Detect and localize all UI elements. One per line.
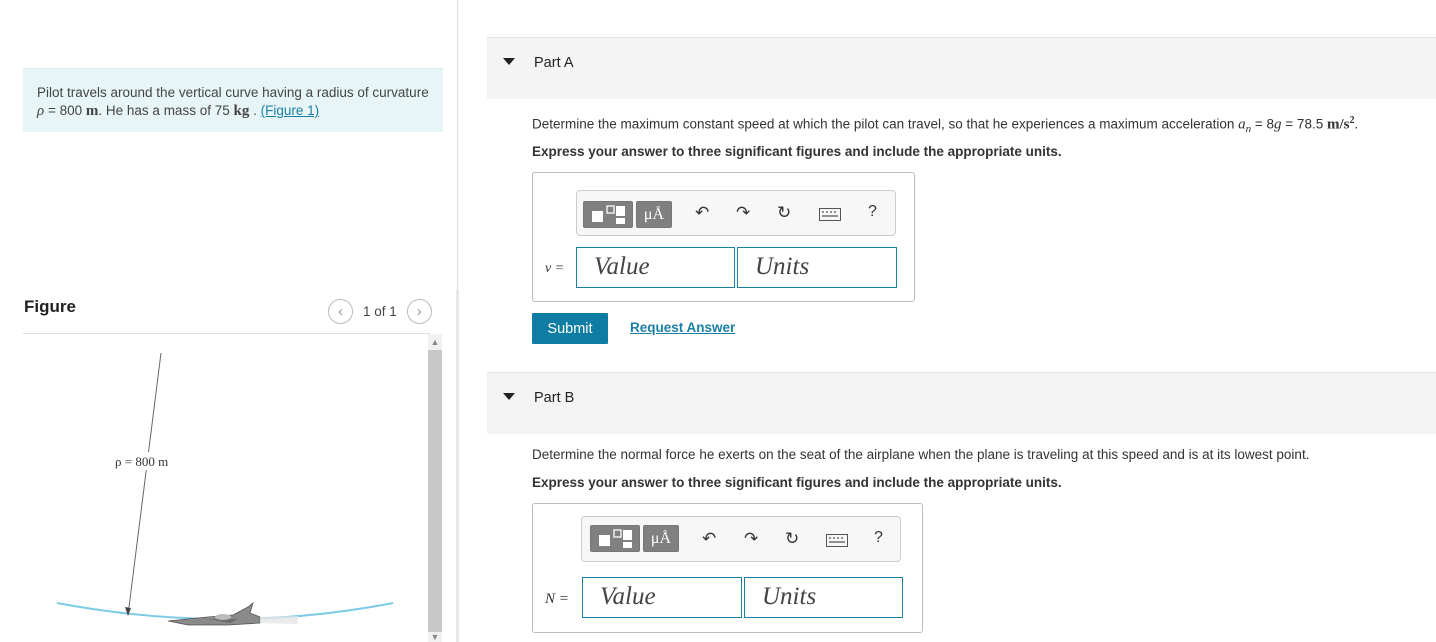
accel-exponent: 2 (1349, 115, 1355, 126)
part-a-question: Determine the maximum constant speed at … (532, 115, 1359, 136)
chevron-right-icon[interactable]: › (406, 299, 432, 324)
problem-text: Pilot travels around the vertical curve … (37, 85, 429, 100)
mass-unit: kg (233, 103, 250, 119)
part-b-toolbar: μÅ ↶ ↷ ↻ ? (581, 516, 901, 562)
part-a-answer-box: μÅ ↶ ↷ ↻ ? v = Value Units (532, 172, 915, 302)
pane-splitter[interactable] (456, 290, 459, 642)
divider (23, 333, 430, 334)
variable-n: N = (545, 591, 569, 607)
part-b-header[interactable]: Part B (487, 372, 1436, 434)
g-symbol: g (1274, 116, 1282, 133)
part-a-header[interactable]: Part A (487, 37, 1436, 99)
radius-line (127, 352, 162, 616)
redo-icon[interactable]: ↷ (736, 203, 750, 223)
units-button[interactable]: μÅ (636, 201, 672, 228)
keyboard-icon[interactable] (826, 532, 848, 552)
help-icon[interactable]: ? (868, 203, 877, 221)
left-pane: Pilot travels around the vertical curve … (0, 0, 458, 642)
units-input[interactable]: Units (737, 247, 897, 288)
figure-scrollbar[interactable]: ▲ ▼ (428, 334, 442, 642)
help-icon[interactable]: ? (874, 529, 883, 547)
template-button[interactable] (583, 201, 633, 228)
radius-label: ρ = 800 m (115, 454, 168, 469)
units-input[interactable]: Units (744, 577, 903, 618)
part-b-instruction: Express your answer to three significant… (532, 475, 1062, 490)
part-a-toolbar: μÅ ↶ ↷ ↻ ? (576, 190, 896, 236)
collapse-triangle-icon[interactable] (503, 58, 515, 65)
redo-icon[interactable]: ↷ (744, 529, 758, 549)
value-input[interactable]: Value (576, 247, 735, 288)
scroll-up-icon[interactable]: ▲ (428, 334, 442, 350)
undo-icon[interactable]: ↶ (695, 203, 709, 223)
rho-symbol: ρ (37, 103, 45, 119)
variable-v: v = (545, 261, 565, 276)
mass-text: . He has a mass of 75 (98, 103, 230, 118)
figure-image: ρ = 800 m (56, 352, 394, 626)
rho-unit: m (85, 103, 99, 119)
template-button[interactable] (590, 525, 640, 552)
units-button[interactable]: μÅ (643, 525, 679, 552)
keyboard-icon[interactable] (819, 206, 841, 226)
part-b-label: Part B (534, 390, 575, 406)
figure-navigation: ‹ 1 of 1 › (328, 299, 432, 324)
accel-value: = 78.5 (1285, 116, 1324, 132)
figure-title: Figure (24, 297, 76, 316)
part-b-answer-box: μÅ ↶ ↷ ↻ ? N = Value Units (532, 503, 923, 633)
part-b-question: Determine the normal force he exerts on … (532, 447, 1310, 462)
figure-link[interactable]: (Figure 1) (261, 103, 320, 118)
accel-unit: m/s (1326, 116, 1350, 133)
value-input[interactable]: Value (582, 577, 742, 618)
accel-symbol: a (1238, 116, 1246, 133)
reset-icon[interactable]: ↻ (777, 203, 791, 223)
rho-value: = 800 (47, 103, 83, 118)
part-a-label: Part A (534, 55, 574, 71)
chevron-left-icon[interactable]: ‹ (328, 299, 353, 324)
submit-button[interactable]: Submit (532, 313, 608, 344)
request-answer-link[interactable]: Request Answer (630, 320, 735, 335)
undo-icon[interactable]: ↶ (702, 529, 716, 549)
airplane-icon (167, 601, 298, 626)
problem-statement: Pilot travels around the vertical curve … (23, 68, 443, 132)
collapse-triangle-icon[interactable] (503, 393, 515, 400)
accel-eq: = 8 (1254, 116, 1275, 132)
part-a-question-text: Determine the maximum constant speed at … (532, 116, 1235, 132)
reset-icon[interactable]: ↻ (785, 529, 799, 549)
part-a-instruction: Express your answer to three significant… (532, 144, 1062, 159)
figure-counter: 1 of 1 (363, 304, 397, 319)
accel-subscript: n (1245, 123, 1252, 136)
scroll-down-icon[interactable]: ▼ (428, 632, 442, 642)
